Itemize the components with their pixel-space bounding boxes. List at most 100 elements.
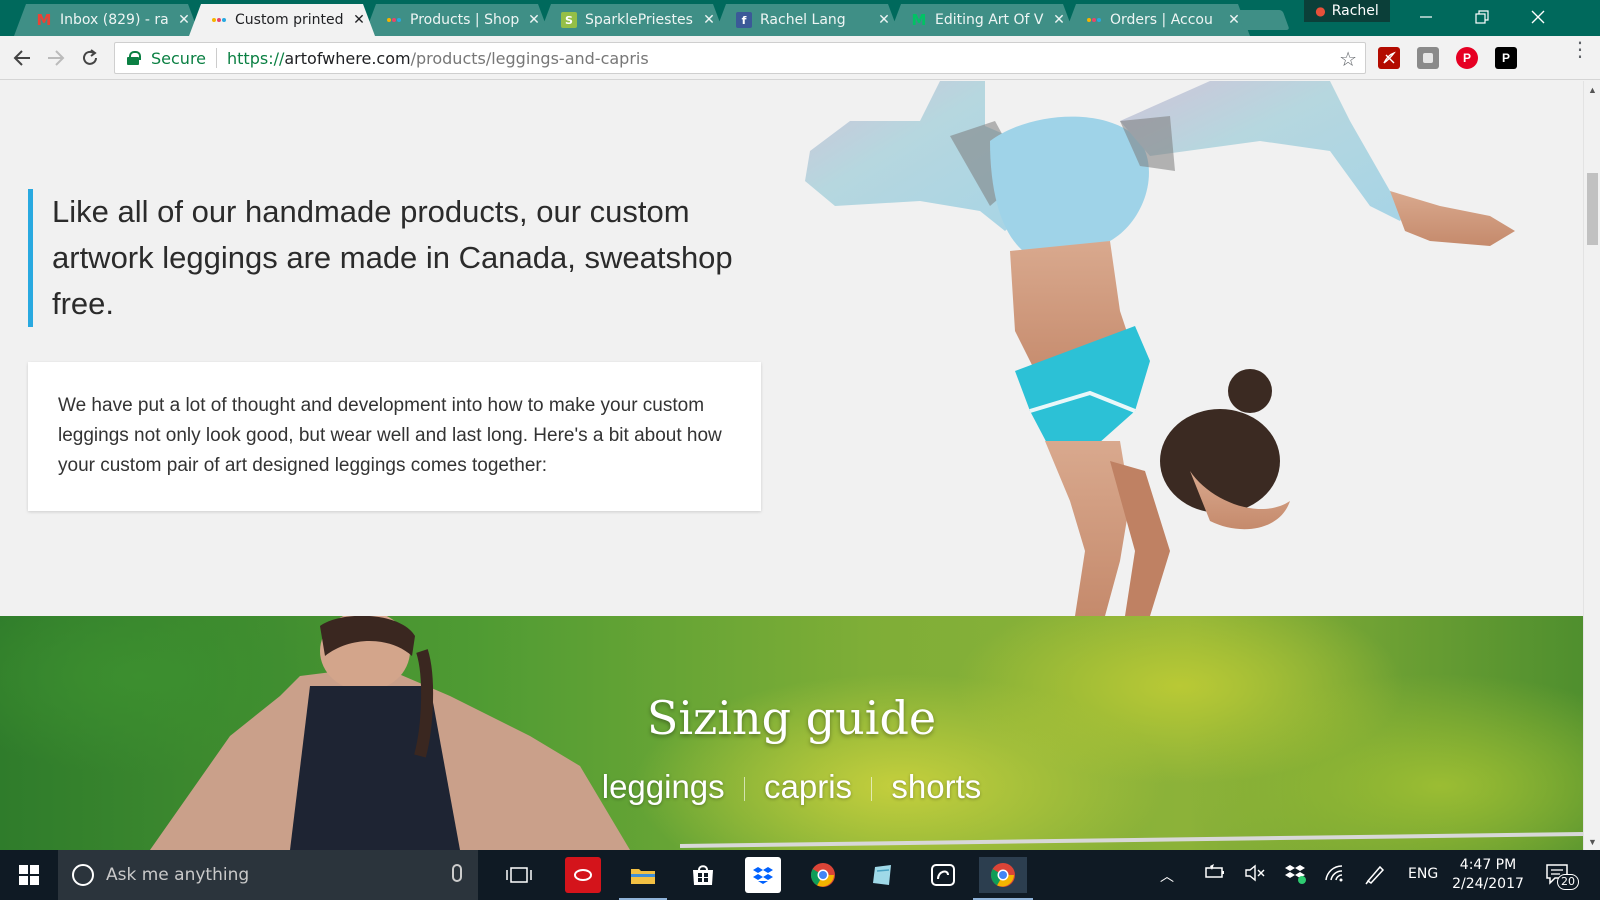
- tab-title: Orders | Accou: [1110, 12, 1213, 28]
- tab-title: SparklePriestes: [585, 12, 693, 28]
- intro-card: We have put a lot of thought and develop…: [28, 362, 761, 511]
- reload-icon: [83, 49, 97, 65]
- profile-avatar-icon: ●: [1315, 4, 1326, 18]
- secure-label: Secure: [151, 48, 207, 68]
- forward-button[interactable]: [42, 44, 70, 72]
- close-icon[interactable]: ✕: [701, 12, 717, 28]
- close-icon: [1531, 10, 1545, 24]
- browser-toolbar: Secure https://artofwhere.com/products/l…: [0, 36, 1600, 80]
- clock[interactable]: 4:47 PM 2/24/2017: [1448, 856, 1528, 894]
- sizing-guide-title: Sizing guide: [646, 691, 937, 745]
- chrome-active-icon[interactable]: [973, 857, 1033, 900]
- address-bar[interactable]: Secure https://artofwhere.com/products/l…: [114, 42, 1366, 74]
- sizing-guide-section: Sizing guide leggings capris shorts: [0, 616, 1583, 850]
- link-divider: [871, 777, 873, 802]
- dropbox-sync-icon[interactable]: [1284, 863, 1308, 889]
- cortana-icon: [72, 864, 94, 886]
- tab-title: Editing Art Of V: [935, 12, 1044, 28]
- adobe-creative-cloud-icon[interactable]: [565, 857, 601, 893]
- dropbox-icon[interactable]: [745, 857, 781, 893]
- restore-button[interactable]: [1454, 2, 1510, 32]
- browser-menu-icon[interactable]: ⋮: [1570, 40, 1590, 60]
- pocket-icon[interactable]: P: [1495, 47, 1517, 69]
- volume-muted-icon[interactable]: [1244, 864, 1266, 886]
- model-handstand-photo: [805, 81, 1515, 616]
- clock-time: 4:47 PM: [1459, 857, 1517, 873]
- microphone-icon[interactable]: [452, 864, 462, 882]
- store-icon[interactable]: [685, 857, 721, 893]
- arrow-right-icon: [48, 50, 65, 66]
- arrow-left-icon: [13, 50, 30, 66]
- new-tab-button[interactable]: [1236, 10, 1290, 30]
- url-scheme: https://: [227, 48, 285, 68]
- pen-icon[interactable]: [1364, 863, 1386, 889]
- address-separator: [216, 48, 218, 68]
- sizing-link-capris[interactable]: capris: [764, 768, 852, 805]
- wifi-icon[interactable]: [1324, 864, 1346, 886]
- start-button[interactable]: [0, 850, 58, 900]
- back-button[interactable]: [8, 44, 36, 72]
- tab-gmail[interactable]: M Inbox (829) - ra ✕: [14, 4, 200, 36]
- tab-title: Custom printed: [235, 12, 344, 28]
- artofwhere-icon: [386, 12, 402, 28]
- scroll-up-icon[interactable]: ▲: [1584, 81, 1600, 98]
- gmail-icon: M: [36, 11, 52, 29]
- sizing-link-leggings[interactable]: leggings: [602, 768, 725, 805]
- adobe-acrobat-icon[interactable]: [1378, 47, 1400, 69]
- notification-count-badge: 20: [1557, 874, 1579, 890]
- ghostery-icon[interactable]: [1417, 47, 1439, 69]
- tab-title: Rachel Lang: [760, 12, 846, 28]
- close-icon[interactable]: ✕: [176, 12, 192, 28]
- tab-sparklepriestess[interactable]: S SparklePriestes ✕: [539, 4, 725, 36]
- file-explorer-icon[interactable]: [619, 857, 667, 900]
- hero-section: Like all of our handmade products, our c…: [0, 81, 1583, 616]
- url-host: artofwhere.com: [284, 48, 411, 68]
- profile-name: Rachel: [1331, 3, 1379, 19]
- close-window-button[interactable]: [1510, 2, 1566, 32]
- close-icon[interactable]: ✕: [876, 12, 892, 28]
- chrome-icon[interactable]: [805, 857, 841, 893]
- link-divider: [743, 777, 745, 802]
- search-placeholder: Ask me anything: [106, 865, 250, 885]
- reload-button[interactable]: [76, 44, 104, 72]
- notes-app-icon[interactable]: [865, 857, 901, 893]
- task-view-icon[interactable]: [501, 857, 537, 893]
- language-indicator[interactable]: ENG: [1408, 866, 1438, 882]
- bookmark-star-icon[interactable]: ☆: [1339, 47, 1357, 71]
- cortana-search-box[interactable]: Ask me anything: [58, 850, 478, 900]
- tab-strip: M Inbox (829) - ra ✕ Products | Shop ✕ S…: [0, 0, 1600, 36]
- chevron-up-icon[interactable]: ︿: [1160, 866, 1174, 886]
- windows-logo-icon: [19, 865, 39, 885]
- minimize-icon: [1420, 16, 1432, 18]
- railing-decoration: [680, 832, 1583, 848]
- close-icon[interactable]: ✕: [1051, 12, 1067, 28]
- tab-medium[interactable]: M Editing Art Of V ✕: [889, 4, 1075, 36]
- pinterest-icon[interactable]: P: [1456, 47, 1478, 69]
- tab-products-shop[interactable]: Products | Shop ✕: [364, 4, 550, 36]
- page-viewport: Like all of our handmade products, our c…: [0, 81, 1583, 850]
- clock-date: 2/24/2017: [1452, 876, 1524, 892]
- scroll-down-icon[interactable]: ▼: [1584, 833, 1600, 850]
- shopify-icon: S: [561, 12, 577, 28]
- action-center-button[interactable]: 20: [1545, 862, 1579, 892]
- close-icon[interactable]: ✕: [526, 12, 542, 28]
- tab-orders[interactable]: Orders | Accou ✕: [1064, 4, 1250, 36]
- logitech-options-icon[interactable]: [925, 857, 961, 893]
- tab-custom-printed[interactable]: Custom printed ✕: [189, 4, 375, 36]
- pull-quote: Like all of our handmade products, our c…: [28, 189, 748, 327]
- tab-title: Inbox (829) - ra: [60, 12, 169, 28]
- scroll-thumb[interactable]: [1587, 173, 1598, 245]
- sizing-guide-links: leggings capris shorts: [0, 768, 1583, 806]
- lock-icon: [127, 51, 141, 65]
- sizing-link-shorts[interactable]: shorts: [891, 768, 981, 805]
- page-scrollbar[interactable]: ▲ ▼: [1583, 81, 1600, 850]
- artofwhere-icon: [211, 12, 227, 28]
- tab-facebook[interactable]: f Rachel Lang ✕: [714, 4, 900, 36]
- minimize-button[interactable]: [1398, 2, 1454, 32]
- windows-taskbar: Ask me anything ︿ ENG 4:47 PM 2/24/2017 …: [0, 850, 1600, 900]
- battery-icon[interactable]: [1204, 864, 1226, 884]
- restore-icon: [1475, 10, 1489, 24]
- profile-button[interactable]: ● Rachel: [1304, 0, 1390, 22]
- tab-title: Products | Shop: [410, 12, 520, 28]
- close-icon[interactable]: ✕: [351, 12, 367, 28]
